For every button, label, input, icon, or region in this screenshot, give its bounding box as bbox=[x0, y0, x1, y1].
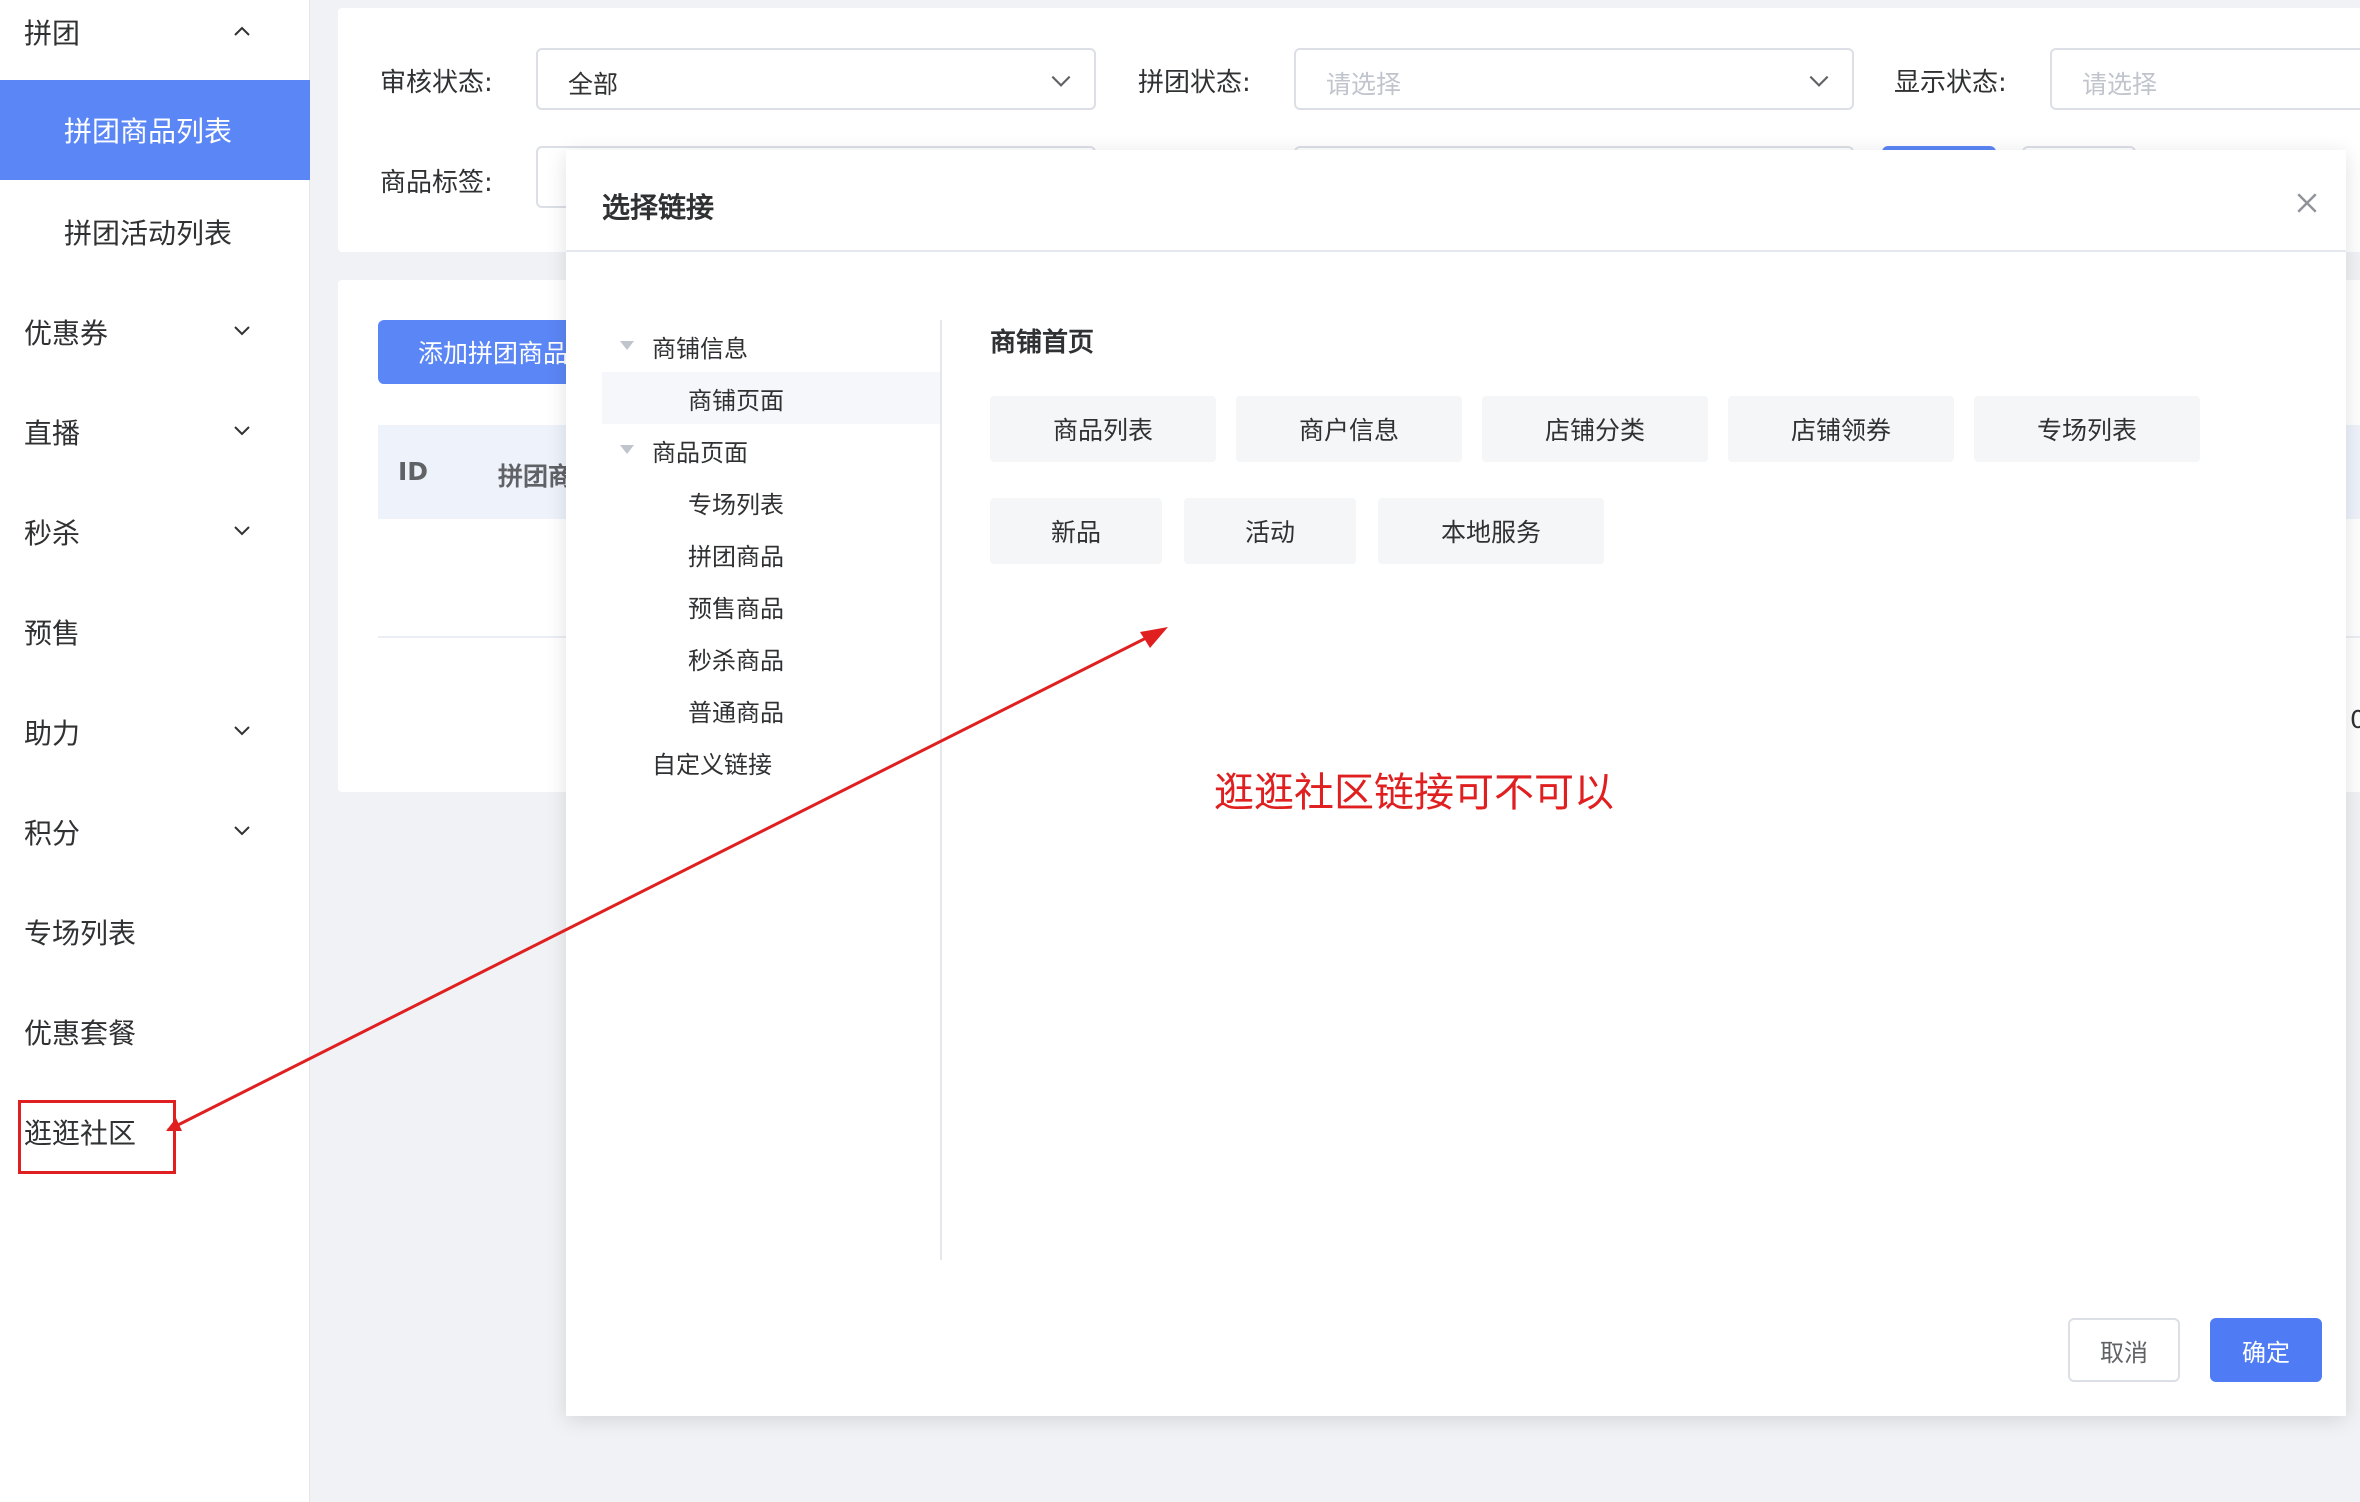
sidebar-item-label: 积分 bbox=[24, 817, 81, 850]
sidebar-item-group-buy-products[interactable]: 拼团商品列表 bbox=[0, 80, 310, 180]
sidebar-item-coupons[interactable]: 优惠券 bbox=[0, 282, 310, 382]
sidebar-item-label: 秒杀 bbox=[24, 517, 81, 550]
audit-status-value: 全部 bbox=[568, 70, 619, 99]
cropped-cell-text: 0 bbox=[2350, 705, 2360, 734]
product-tag-label: 商品标签: bbox=[380, 168, 493, 198]
caret-down-icon bbox=[620, 341, 634, 350]
display-status-select[interactable]: 请选择 bbox=[2050, 48, 2360, 110]
group-status-select[interactable]: 请选择 bbox=[1294, 48, 1854, 110]
chevron-down-icon bbox=[234, 426, 250, 436]
tree-node-shop-info[interactable]: 商铺信息 bbox=[602, 320, 940, 372]
tree-node-label: 预售商品 bbox=[688, 594, 784, 623]
sidebar-item-special-list[interactable]: 专场列表 bbox=[0, 882, 310, 982]
chevron-down-icon bbox=[234, 526, 250, 536]
sidebar-item-label: 拼团活动列表 bbox=[64, 217, 233, 250]
column-header-name: 拼团商 bbox=[498, 462, 574, 491]
sidebar-item-label: 专场列表 bbox=[24, 917, 137, 950]
audit-status-label: 审核状态: bbox=[380, 68, 493, 98]
chevron-down-icon bbox=[234, 726, 250, 736]
dialog-header-divider bbox=[566, 250, 2346, 252]
sidebar-item-label: 优惠券 bbox=[24, 317, 109, 350]
audit-status-select[interactable]: 全部 bbox=[536, 48, 1096, 110]
sidebar-item-bundle[interactable]: 优惠套餐 bbox=[0, 982, 310, 1082]
group-status-placeholder: 请选择 bbox=[1326, 70, 1402, 99]
sidebar-item-label: 拼团商品列表 bbox=[64, 115, 233, 148]
chevron-up-icon bbox=[234, 26, 250, 36]
close-icon[interactable] bbox=[2292, 188, 2322, 218]
display-status-label: 显示状态: bbox=[1894, 68, 2007, 98]
tree-node-presale-products[interactable]: 预售商品 bbox=[602, 580, 940, 632]
link-option-special-list[interactable]: 专场列表 bbox=[1974, 396, 2200, 462]
annotation-text: 逛逛社区链接可不可以 bbox=[1214, 770, 1614, 816]
sidebar-item-group-buy-activities[interactable]: 拼团活动列表 bbox=[0, 182, 310, 282]
tree-node-product-page[interactable]: 商品页面 bbox=[602, 424, 940, 476]
tree-node-shop-page[interactable]: 商铺页面 bbox=[602, 372, 940, 424]
column-header-id: ID bbox=[398, 457, 429, 486]
tree-node-flash-sale-products[interactable]: 秒杀商品 bbox=[602, 632, 940, 684]
tree-node-label: 自定义链接 bbox=[652, 750, 772, 779]
chevron-down-icon bbox=[1051, 75, 1071, 87]
link-category-tree: 商铺信息 商铺页面 商品页面 专场列表 拼团商品 预售商品 秒杀商品 普通商品 … bbox=[602, 320, 942, 1260]
tree-node-label: 普通商品 bbox=[688, 698, 784, 727]
annotation-highlight-box bbox=[18, 1100, 176, 1174]
cancel-button[interactable]: 取消 bbox=[2068, 1318, 2180, 1382]
sidebar-item-points[interactable]: 积分 bbox=[0, 782, 310, 882]
tree-node-special-list[interactable]: 专场列表 bbox=[602, 476, 940, 528]
sidebar-item-label: 预售 bbox=[24, 617, 81, 650]
sidebar-item-label: 助力 bbox=[24, 717, 81, 750]
tree-node-label: 商铺信息 bbox=[652, 334, 748, 363]
tree-node-group-buy-products[interactable]: 拼团商品 bbox=[602, 528, 940, 580]
link-option-shop-coupons[interactable]: 店铺领券 bbox=[1728, 396, 1954, 462]
tree-node-label: 商铺页面 bbox=[688, 386, 784, 415]
chevron-down-icon bbox=[234, 326, 250, 336]
display-status-placeholder: 请选择 bbox=[2082, 70, 2158, 99]
sidebar-item-assist[interactable]: 助力 bbox=[0, 682, 310, 782]
link-option-local-services[interactable]: 本地服务 bbox=[1378, 498, 1604, 564]
group-status-label: 拼团状态: bbox=[1138, 68, 1251, 98]
link-option-shop-category[interactable]: 店铺分类 bbox=[1482, 396, 1708, 462]
tree-node-label: 商品页面 bbox=[652, 438, 748, 467]
tree-node-custom-link[interactable]: 自定义链接 bbox=[602, 736, 940, 788]
sidebar-item-presale[interactable]: 预售 bbox=[0, 582, 310, 682]
chevron-down-icon bbox=[1809, 75, 1829, 87]
tree-node-regular-products[interactable]: 普通商品 bbox=[602, 684, 940, 736]
link-option-merchant-info[interactable]: 商户信息 bbox=[1236, 396, 1462, 462]
confirm-button[interactable]: 确定 bbox=[2210, 1318, 2322, 1382]
tree-node-label: 秒杀商品 bbox=[688, 646, 784, 675]
link-option-new-products[interactable]: 新品 bbox=[990, 498, 1162, 564]
caret-down-icon bbox=[620, 445, 634, 454]
link-option-product-list[interactable]: 商品列表 bbox=[990, 396, 1216, 462]
chevron-down-icon bbox=[234, 826, 250, 836]
tree-node-label: 拼团商品 bbox=[688, 542, 784, 571]
sidebar-item-label: 拼团 bbox=[24, 17, 81, 50]
sidebar-item-flash-sale[interactable]: 秒杀 bbox=[0, 482, 310, 582]
sidebar-item-label: 优惠套餐 bbox=[24, 1017, 137, 1050]
link-option-activities[interactable]: 活动 bbox=[1184, 498, 1356, 564]
sidebar-item-group-buy[interactable]: 拼团 bbox=[0, 0, 310, 82]
sidebar-item-label: 直播 bbox=[24, 417, 81, 450]
tree-node-label: 专场列表 bbox=[688, 490, 784, 519]
sidebar-item-live[interactable]: 直播 bbox=[0, 382, 310, 482]
section-title: 商铺首页 bbox=[990, 328, 1095, 358]
dialog-title: 选择链接 bbox=[602, 191, 715, 224]
sidebar: 拼团 拼团商品列表 拼团活动列表 优惠券 直播 秒杀 预售 助力 积分 专场列表… bbox=[0, 0, 310, 1502]
